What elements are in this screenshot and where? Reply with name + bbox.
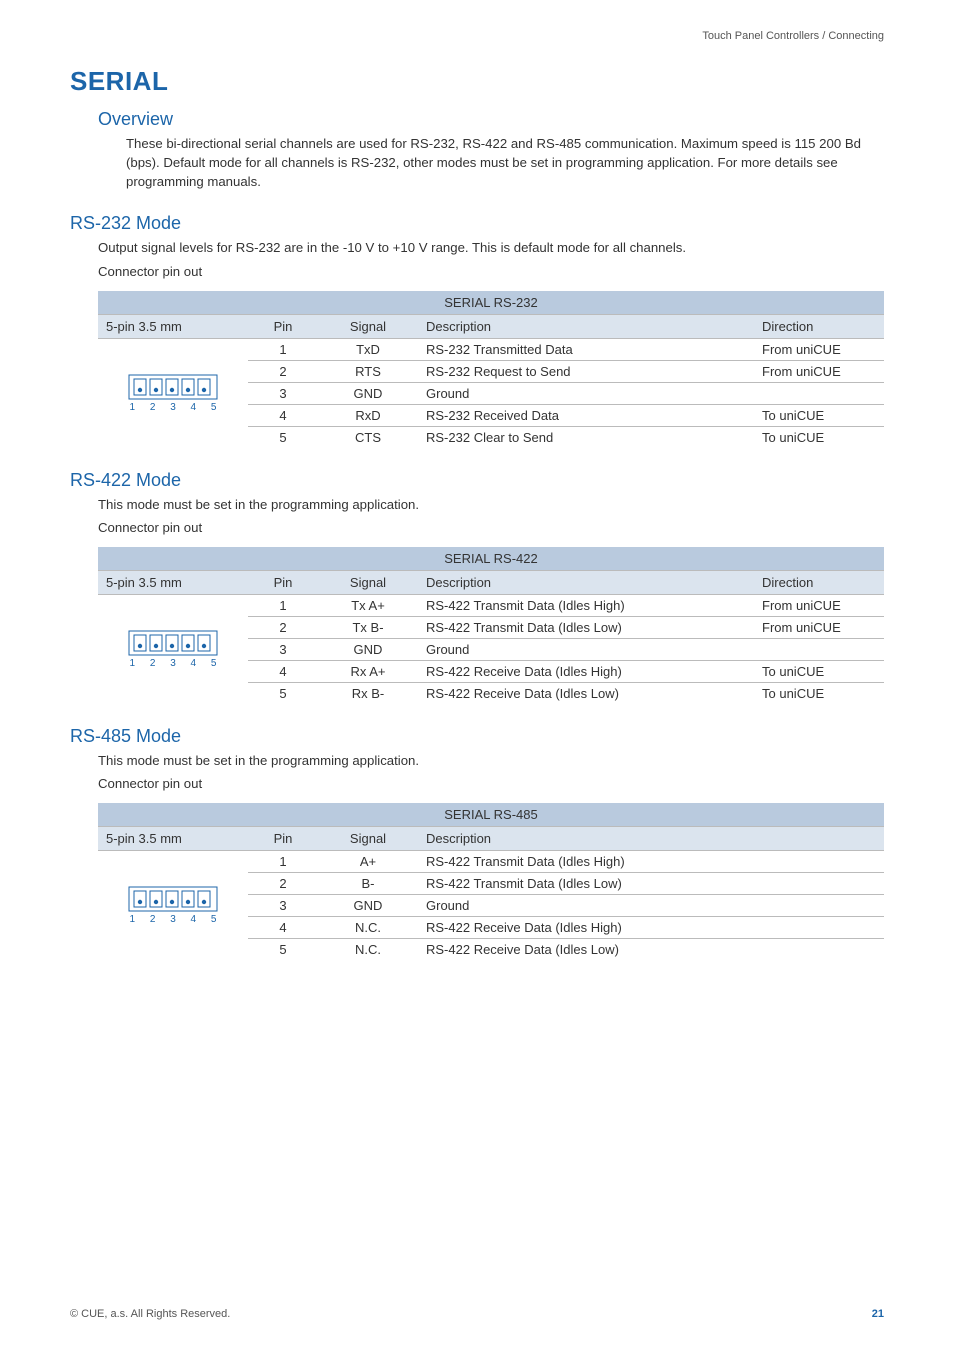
- cell: B-: [318, 873, 418, 895]
- cell: RS-422 Transmit Data (Idles Low): [418, 616, 754, 638]
- rs232-desc: Output signal levels for RS-232 are in t…: [98, 238, 884, 257]
- cell: 1: [248, 338, 318, 360]
- rs485-table-title: SERIAL RS-485: [98, 803, 884, 827]
- rs422-table-title: SERIAL RS-422: [98, 547, 884, 571]
- rs422-heading: RS-422 Mode: [70, 470, 884, 491]
- cell: Rx A+: [318, 660, 418, 682]
- rs485-table: SERIAL RS-485 5-pin 3.5 mm Pin Signal De…: [98, 803, 884, 960]
- cell: 3: [248, 895, 318, 917]
- cell: TxD: [318, 338, 418, 360]
- cell: Rx B-: [318, 682, 418, 704]
- col-pin: Pin: [248, 314, 318, 338]
- col-signal: Signal: [318, 827, 418, 851]
- pin-numbers: 1 2 3 4 5: [124, 914, 223, 925]
- footer-copyright: © CUE, a.s. All Rights Reserved.: [70, 1308, 230, 1320]
- rs485-desc: This mode must be set in the programming…: [98, 751, 884, 770]
- cell: To uniCUE: [754, 426, 884, 448]
- cell: From uniCUE: [754, 616, 884, 638]
- pin-numbers: 1 2 3 4 5: [124, 402, 223, 413]
- cell: From uniCUE: [754, 338, 884, 360]
- cell: 3: [248, 382, 318, 404]
- col-direction: Direction: [754, 314, 884, 338]
- cell: RxD: [318, 404, 418, 426]
- col-direction: Direction: [754, 570, 884, 594]
- col-connector: 5-pin 3.5 mm: [98, 827, 248, 851]
- cell: To uniCUE: [754, 404, 884, 426]
- connector-icon: 1 2 3 4 5: [106, 886, 240, 925]
- cell: RS-422 Transmit Data (Idles High): [418, 594, 754, 616]
- col-pin: Pin: [248, 827, 318, 851]
- cell: Tx A+: [318, 594, 418, 616]
- cell: RS-422 Receive Data (Idles High): [418, 917, 884, 939]
- rs232-sub: Connector pin out: [98, 262, 884, 281]
- overview-heading: Overview: [98, 109, 884, 130]
- footer-page: 21: [872, 1308, 884, 1320]
- cell: RS-422 Transmit Data (Idles High): [418, 851, 884, 873]
- cell: From uniCUE: [754, 594, 884, 616]
- cell: A+: [318, 851, 418, 873]
- col-signal: Signal: [318, 570, 418, 594]
- col-pin: Pin: [248, 570, 318, 594]
- rs232-table-title: SERIAL RS-232: [98, 291, 884, 315]
- cell: 4: [248, 404, 318, 426]
- col-connector: 5-pin 3.5 mm: [98, 314, 248, 338]
- rs232-table: SERIAL RS-232 5-pin 3.5 mm Pin Signal De…: [98, 291, 884, 448]
- cell: GND: [318, 895, 418, 917]
- cell: From uniCUE: [754, 360, 884, 382]
- col-signal: Signal: [318, 314, 418, 338]
- cell: Tx B-: [318, 616, 418, 638]
- col-description: Description: [418, 570, 754, 594]
- cell: 5: [248, 682, 318, 704]
- cell: 2: [248, 873, 318, 895]
- cell: Ground: [418, 382, 754, 404]
- rs485-heading: RS-485 Mode: [70, 726, 884, 747]
- cell: 1: [248, 594, 318, 616]
- cell: CTS: [318, 426, 418, 448]
- cell: RS-232 Transmitted Data: [418, 338, 754, 360]
- col-connector: 5-pin 3.5 mm: [98, 570, 248, 594]
- cell: RS-232 Request to Send: [418, 360, 754, 382]
- cell: RS-232 Received Data: [418, 404, 754, 426]
- col-description: Description: [418, 827, 884, 851]
- cell: 2: [248, 616, 318, 638]
- cell: RS-232 Clear to Send: [418, 426, 754, 448]
- cell: 4: [248, 917, 318, 939]
- rs422-table: SERIAL RS-422 5-pin 3.5 mm Pin Signal De…: [98, 547, 884, 704]
- cell: 4: [248, 660, 318, 682]
- cell: To uniCUE: [754, 660, 884, 682]
- cell: RS-422 Transmit Data (Idles Low): [418, 873, 884, 895]
- rs422-sub: Connector pin out: [98, 518, 884, 537]
- cell: 1: [248, 851, 318, 873]
- cell: GND: [318, 638, 418, 660]
- overview-text: These bi-directional serial channels are…: [126, 134, 884, 191]
- cell: [754, 638, 884, 660]
- col-description: Description: [418, 314, 754, 338]
- cell: To uniCUE: [754, 682, 884, 704]
- cell: 5: [248, 426, 318, 448]
- cell: RS-422 Receive Data (Idles Low): [418, 939, 884, 961]
- cell: 2: [248, 360, 318, 382]
- cell: GND: [318, 382, 418, 404]
- rs422-desc: This mode must be set in the programming…: [98, 495, 884, 514]
- cell: RS-422 Receive Data (Idles High): [418, 660, 754, 682]
- rs232-heading: RS-232 Mode: [70, 213, 884, 234]
- pin-numbers: 1 2 3 4 5: [124, 658, 223, 669]
- page-title: SERIAL: [70, 66, 884, 97]
- cell: Ground: [418, 638, 754, 660]
- cell: RTS: [318, 360, 418, 382]
- header: Touch Panel Controllers / Connecting: [70, 30, 884, 42]
- rs485-sub: Connector pin out: [98, 774, 884, 793]
- connector-icon: 1 2 3 4 5: [106, 630, 240, 669]
- cell: N.C.: [318, 917, 418, 939]
- cell: 3: [248, 638, 318, 660]
- cell: RS-422 Receive Data (Idles Low): [418, 682, 754, 704]
- connector-icon: 1 2 3 4 5: [106, 374, 240, 413]
- cell: N.C.: [318, 939, 418, 961]
- cell: [754, 382, 884, 404]
- cell: 5: [248, 939, 318, 961]
- cell: Ground: [418, 895, 884, 917]
